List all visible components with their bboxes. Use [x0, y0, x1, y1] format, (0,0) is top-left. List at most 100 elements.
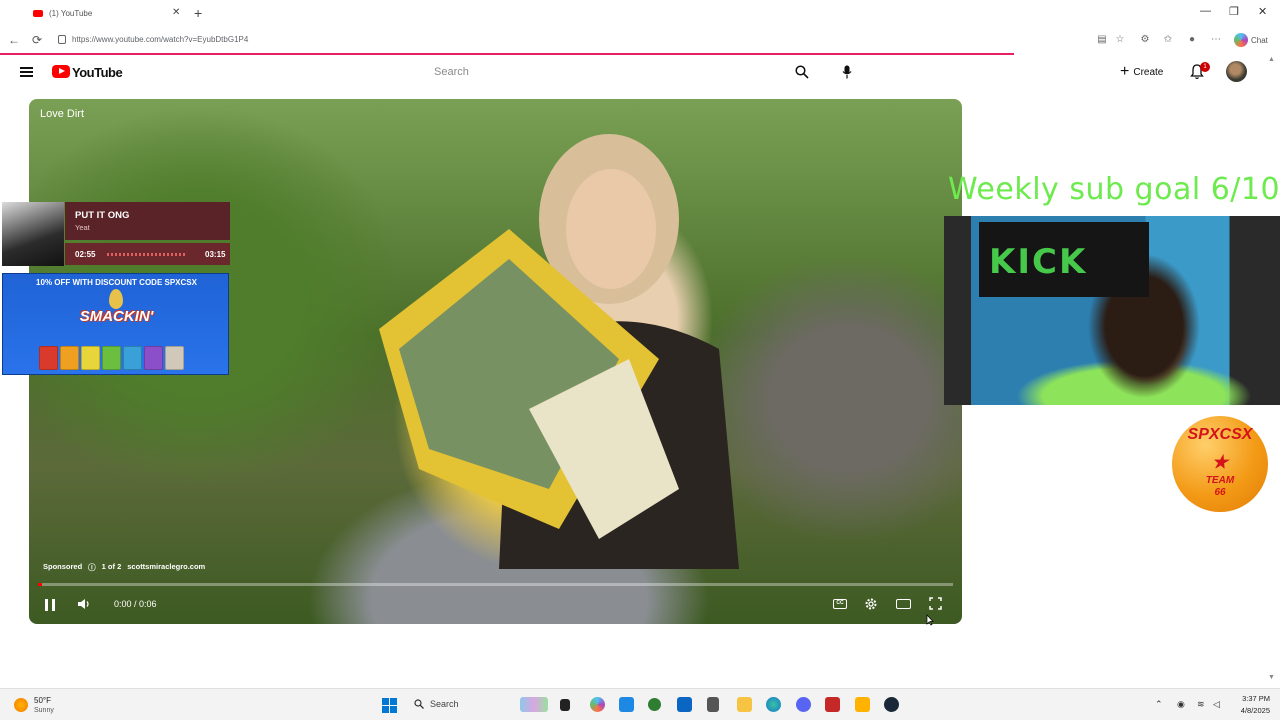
- copilot-icon[interactable]: [1234, 33, 1248, 47]
- youtube-header: YouTube + Create 1: [0, 55, 1280, 91]
- fullscreen-icon[interactable]: [929, 597, 942, 610]
- weather-temperature[interactable]: 50°F: [34, 696, 51, 705]
- microphone-icon[interactable]: [842, 65, 852, 79]
- ad-counter: 1 of 2: [101, 562, 122, 571]
- album-art: [2, 202, 64, 266]
- now-playing-overlay: PUT IT ONG Yeat 02:55 03:15: [2, 202, 230, 266]
- volume-icon[interactable]: [77, 598, 91, 610]
- url-field[interactable]: https://www.youtube.com/watch?v=EyubDtbG…: [72, 35, 248, 44]
- widgets-icon[interactable]: [520, 697, 548, 712]
- product-pack: [123, 346, 142, 370]
- volume-tray-icon[interactable]: ◁: [1213, 699, 1220, 710]
- app-11-icon[interactable]: [825, 697, 840, 712]
- brand-logo: SMACKIN': [79, 308, 154, 325]
- create-label: Create: [1133, 66, 1164, 78]
- browser-tab-bar: (1) YouTube ✕ + — ❐ ✕: [0, 0, 1280, 27]
- scroll-down-arrow-icon[interactable]: ▼: [1268, 674, 1275, 681]
- taskbar-search-label: Search: [430, 699, 459, 709]
- track-progress-panel: 02:55 03:15: [65, 243, 230, 265]
- video-frame-figure: [379, 134, 739, 569]
- file-explorer-app-icon[interactable]: [560, 699, 570, 711]
- menu-icon[interactable]: [20, 67, 33, 77]
- taskbar-search-icon: [414, 699, 424, 709]
- video-progress-bar[interactable]: [38, 583, 953, 586]
- minimize-window-button[interactable]: —: [1200, 5, 1211, 17]
- settings-gear-icon[interactable]: [864, 597, 878, 611]
- captions-icon[interactable]: CC: [833, 599, 847, 609]
- theater-mode-icon[interactable]: [896, 599, 911, 609]
- windows-taskbar: 50°F Sunny Search ⌃ ◉ ≋ ◁ 3:37 PM 4/8/20…: [0, 688, 1280, 720]
- app-12-icon[interactable]: [855, 697, 870, 712]
- avatar[interactable]: [1226, 61, 1247, 82]
- product-pack: [60, 346, 79, 370]
- store-app-icon[interactable]: [619, 697, 634, 712]
- sponsored-info: Sponsored ⓘ 1 of 2 scottsmiraclegro.com: [43, 562, 205, 573]
- badge-team: TEAM: [1205, 475, 1235, 486]
- scroll-up-arrow-icon[interactable]: ▲: [1268, 56, 1275, 63]
- pause-icon[interactable]: [45, 599, 55, 611]
- track-elapsed: 02:55: [75, 250, 96, 259]
- wall-banner-text: KICK: [989, 242, 1088, 282]
- windows-start-icon[interactable]: [382, 698, 397, 713]
- clock-date[interactable]: 4/8/2025: [1230, 706, 1270, 715]
- app-5-icon[interactable]: [648, 698, 661, 711]
- product-pack: [81, 346, 100, 370]
- video-title[interactable]: Love Dirt: [40, 108, 84, 120]
- youtube-logo-icon[interactable]: [52, 65, 70, 78]
- outlook-app-icon[interactable]: [677, 697, 692, 712]
- youtube-wordmark[interactable]: YouTube: [72, 65, 123, 80]
- copilot-app-icon[interactable]: [590, 697, 605, 712]
- create-button[interactable]: + Create: [1120, 63, 1163, 81]
- search-icon[interactable]: [795, 65, 809, 79]
- video-progress-fill: [38, 583, 42, 586]
- webcam-feed: KICK: [944, 216, 1280, 405]
- product-pack: [144, 346, 163, 370]
- sun-weather-icon[interactable]: [14, 698, 28, 712]
- wifi-icon[interactable]: ≋: [1197, 699, 1205, 710]
- weather-condition[interactable]: Sunny: [34, 707, 54, 714]
- profile-icon[interactable]: ●: [1186, 34, 1198, 46]
- time-display: 0:00 / 0:06: [114, 599, 157, 609]
- chat-label[interactable]: Chat: [1251, 36, 1268, 45]
- browser-tab-youtube[interactable]: (1) YouTube ✕: [0, 0, 190, 27]
- edge-app-icon[interactable]: [766, 697, 781, 712]
- site-info-icon[interactable]: [58, 35, 66, 44]
- maximize-window-button[interactable]: ❐: [1229, 5, 1239, 18]
- refresh-button[interactable]: ⟳: [32, 33, 42, 47]
- folder-app-icon[interactable]: [737, 697, 752, 712]
- reader-mode-icon[interactable]: ▤: [1096, 34, 1108, 46]
- track-total: 03:15: [205, 250, 226, 259]
- app-7-icon[interactable]: [707, 697, 719, 712]
- favorites-icon[interactable]: ✩: [1162, 34, 1174, 46]
- product-pack: [102, 346, 121, 370]
- product-pack: [39, 346, 58, 370]
- search-input[interactable]: [424, 60, 786, 83]
- track-artist: Yeat: [75, 223, 90, 232]
- more-menu-icon[interactable]: ⋯: [1210, 34, 1222, 46]
- close-window-button[interactable]: ✕: [1258, 5, 1267, 18]
- new-tab-button[interactable]: +: [194, 5, 202, 21]
- mouse-cursor-icon: [926, 614, 934, 626]
- team-badge: SPXCSX ★ TEAM 66: [1172, 416, 1268, 512]
- badge-number: 66: [1214, 487, 1226, 498]
- tab-close-icon[interactable]: ✕: [172, 7, 180, 18]
- info-icon[interactable]: ⓘ: [88, 562, 96, 573]
- back-button[interactable]: ←: [8, 33, 20, 47]
- favorite-star-icon[interactable]: ☆: [1114, 34, 1126, 46]
- clock-time[interactable]: 3:37 PM: [1230, 694, 1270, 703]
- track-info-panel: PUT IT ONG Yeat: [65, 202, 230, 240]
- steam-app-icon[interactable]: [884, 697, 899, 712]
- product-packs: [39, 346, 184, 370]
- sponsor-ad-overlay: 10% OFF WITH DISCOUNT CODE SPXCSX SMACKI…: [2, 273, 229, 375]
- leaf-logo-icon: [109, 289, 123, 309]
- badge-name: SPXCSX: [1187, 426, 1253, 443]
- extensions-icon[interactable]: ⚙: [1139, 34, 1151, 46]
- tray-app-icon[interactable]: ◉: [1177, 699, 1185, 710]
- discord-app-icon[interactable]: [796, 697, 811, 712]
- plus-icon: +: [1120, 63, 1130, 80]
- show-hidden-icons-icon[interactable]: ⌃: [1155, 699, 1163, 710]
- ad-domain-link[interactable]: scottsmiraclegro.com: [127, 562, 205, 573]
- track-title: PUT IT ONG: [75, 210, 130, 221]
- taskbar-search[interactable]: Search: [408, 695, 508, 715]
- sponsored-label: Sponsored: [43, 562, 83, 571]
